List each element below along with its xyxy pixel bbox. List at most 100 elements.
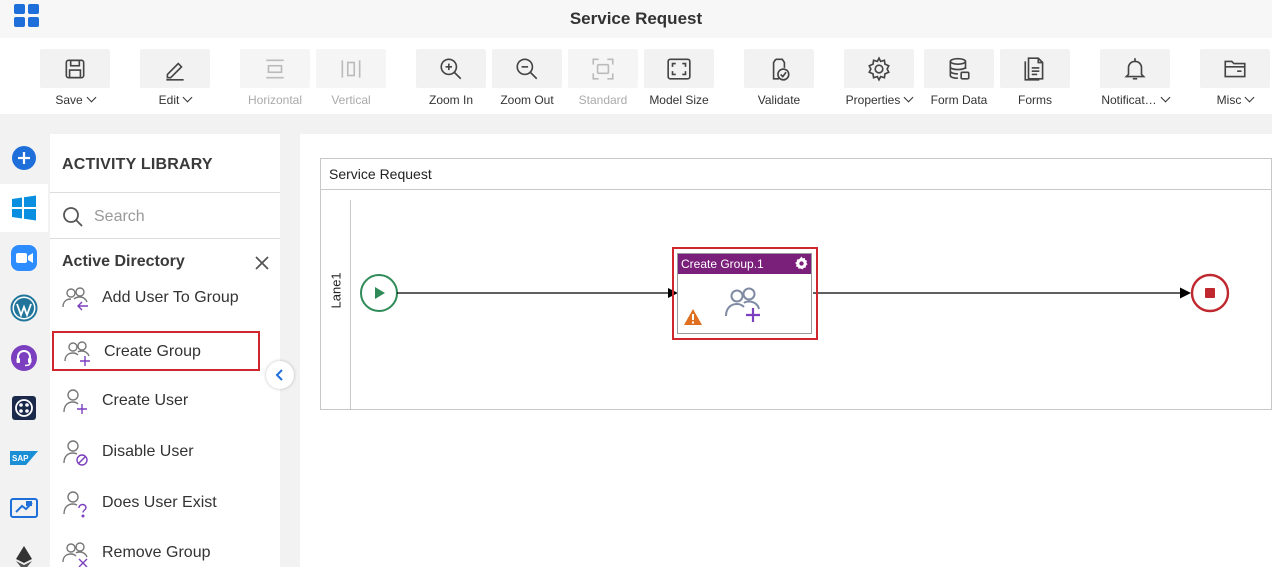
close-icon[interactable]: [253, 254, 271, 272]
category-title: Active Directory: [62, 253, 185, 270]
divider: [50, 238, 280, 239]
zoom-in-icon: [440, 57, 462, 79]
rail-item-twilio[interactable]: [0, 384, 48, 432]
svg-text:SAP: SAP: [12, 454, 29, 463]
rail-item-ethereum[interactable]: [0, 534, 48, 567]
library-item-label: Remove Group: [102, 544, 211, 561]
library-item-label: Add User To Group: [102, 289, 239, 306]
save-icon: [65, 59, 85, 78]
library-item-disable-user[interactable]: Disable User: [52, 433, 260, 473]
bell-icon: [1124, 57, 1146, 80]
forms-icon: [1024, 56, 1044, 81]
validate-button[interactable]: Validate: [743, 49, 815, 111]
windows-icon: [12, 195, 36, 221]
task-title: Create Group.1: [681, 257, 764, 271]
rail-item-wordpress[interactable]: [0, 284, 48, 332]
misc-button[interactable]: Misc: [1199, 49, 1271, 111]
rail-item-power-automate[interactable]: [0, 484, 48, 532]
library-item-remove-group[interactable]: Remove Group: [52, 534, 260, 567]
create-group-icon: [725, 287, 760, 322]
library-item-add-user-to-group[interactable]: Add User To Group: [52, 279, 260, 319]
forms-label: Forms: [1018, 93, 1052, 107]
power-automate-icon: [10, 498, 38, 518]
flow-diagram: [360, 273, 1230, 313]
sequence-flow-task-to-end[interactable]: [813, 287, 1191, 299]
divider: [50, 192, 280, 193]
chevron-down-icon: [1244, 92, 1255, 103]
vertical-label: Vertical: [331, 93, 371, 107]
zoom-icon: [11, 245, 37, 271]
model-size-button[interactable]: Model Size: [643, 49, 715, 111]
chevron-down-icon: [182, 92, 193, 103]
create-user-icon: [63, 389, 87, 414]
rail-item-sap[interactable]: SAP: [0, 434, 48, 482]
library-search-input[interactable]: [94, 204, 270, 230]
edit-label: Edit: [158, 93, 180, 107]
misc-label: Misc: [1216, 93, 1242, 107]
save-label: Save: [55, 93, 83, 107]
horizontal-layout-icon: [266, 59, 284, 78]
process-canvas[interactable]: Service Request Lane1 Create Group.1: [300, 134, 1272, 567]
sap-icon: SAP: [10, 451, 38, 465]
rail-item-support[interactable]: [0, 334, 48, 382]
library-item-create-user[interactable]: Create User: [52, 382, 260, 422]
vertical-button[interactable]: Vertical: [315, 49, 387, 111]
sequence-flow-start-to-task[interactable]: [397, 288, 678, 298]
task-create-group[interactable]: Create Group.1: [677, 253, 812, 334]
forms-button[interactable]: Forms: [999, 49, 1071, 111]
headset-icon: [11, 345, 37, 371]
rail-item-active-directory[interactable]: [0, 184, 48, 232]
stop-icon: [1205, 288, 1215, 298]
connector-rail: SAP: [0, 134, 48, 567]
rail-item-zoom[interactable]: [0, 234, 48, 282]
chevron-down-icon: [86, 92, 97, 103]
add-user-to-group-icon: [62, 287, 88, 311]
gear-icon: [868, 55, 890, 82]
vertical-layout-icon: [341, 59, 361, 78]
task-header: Create Group.1: [678, 254, 811, 274]
library-item-create-group[interactable]: Create Group: [52, 331, 260, 371]
model-size-icon: [667, 57, 691, 80]
validate-label: Validate: [757, 93, 801, 107]
toolbar: Save Edit Horizontal Vertical Zoom In Zo…: [0, 38, 1272, 114]
validate-icon: [772, 57, 790, 81]
library-item-label: Does User Exist: [102, 494, 217, 511]
end-event[interactable]: [1190, 273, 1230, 313]
start-event[interactable]: [360, 274, 398, 312]
edit-button[interactable]: Edit: [139, 49, 211, 111]
twilio-icon: [12, 396, 36, 420]
library-title: ACTIVITY LIBRARY: [62, 156, 213, 173]
standard-size-icon: [592, 57, 614, 80]
save-button[interactable]: Save: [39, 49, 111, 111]
warning-icon: [684, 309, 702, 325]
folder-icon: [1224, 60, 1246, 77]
chevron-down-icon: [1160, 92, 1171, 103]
zoom-out-icon: [516, 57, 538, 79]
library-item-label: Disable User: [102, 443, 194, 460]
database-icon: [949, 57, 970, 80]
add-icon: [12, 146, 36, 170]
properties-button[interactable]: Properties: [843, 49, 915, 111]
notifications-label: Notificat…: [1101, 93, 1157, 107]
disable-user-icon: [63, 440, 88, 466]
activity-library-panel: ACTIVITY LIBRARY Active Directory Add Us…: [50, 134, 280, 567]
library-item-does-user-exist[interactable]: Does User Exist: [52, 484, 260, 524]
model-size-label: Model Size: [649, 93, 709, 107]
app-window: Service Request Save Edit Horizontal Ver…: [0, 0, 1272, 567]
add-connector-button[interactable]: [0, 134, 48, 182]
title-bar: Service Request: [0, 0, 1272, 38]
pencil-icon: [166, 61, 184, 81]
notifications-button[interactable]: Notificat…: [1099, 49, 1171, 111]
create-group-icon: [64, 341, 90, 366]
collapse-panel-button[interactable]: [266, 361, 294, 389]
library-item-label: Create Group: [104, 343, 201, 360]
gear-icon[interactable]: [794, 256, 809, 271]
remove-group-icon: [62, 542, 88, 567]
page-title: Service Request: [569, 9, 703, 28]
wordpress-icon: [10, 294, 38, 322]
library-item-label: Create User: [102, 392, 189, 409]
does-user-exist-icon: [63, 491, 87, 518]
chevron-left-icon: [275, 369, 283, 381]
properties-label: Properties: [845, 93, 901, 107]
ethereum-icon: [16, 546, 32, 567]
